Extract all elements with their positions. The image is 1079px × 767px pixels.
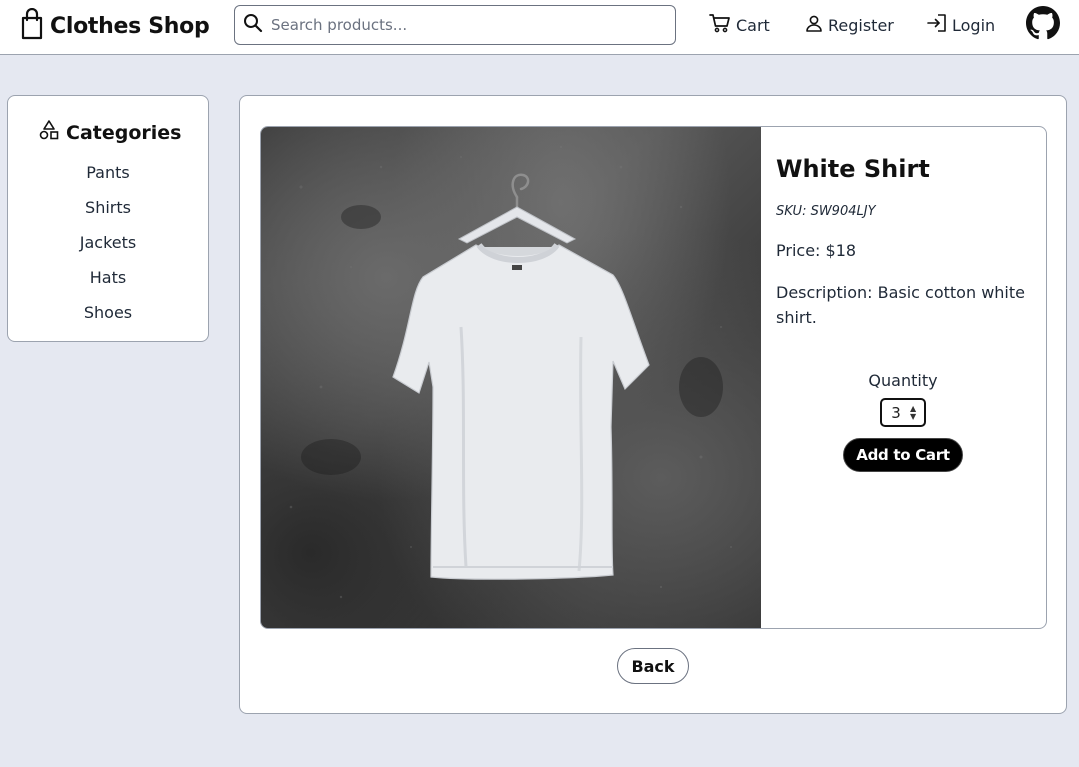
nav-register-link[interactable]: Register bbox=[805, 13, 894, 37]
nav-cart-link[interactable]: Cart bbox=[709, 13, 770, 37]
product-description: Description: Basic cotton white shirt. bbox=[776, 283, 1025, 327]
product-sku: SKU: SW904LJY bbox=[776, 204, 876, 219]
nav-login-link[interactable]: Login bbox=[927, 13, 995, 37]
top-navbar: Clothes Shop Cart Register bbox=[0, 0, 1079, 55]
categories-sidebar: Categories Pants Shirts Jackets Hats Sho… bbox=[7, 95, 209, 342]
product-price: Price: $18 bbox=[776, 241, 857, 260]
category-hats[interactable]: Hats bbox=[8, 268, 208, 287]
nav-login-label: Login bbox=[952, 15, 996, 35]
brand-title: Clothes Shop bbox=[50, 13, 210, 39]
product-info: White Shirt SKU: SW904LJY Price: $18 Des… bbox=[776, 127, 1046, 628]
category-shirts[interactable]: Shirts bbox=[8, 198, 208, 217]
category-pants[interactable]: Pants bbox=[8, 163, 208, 182]
category-jackets[interactable]: Jackets bbox=[8, 233, 208, 252]
quantity-value: 3 bbox=[891, 403, 901, 422]
cart-icon bbox=[709, 13, 731, 37]
back-button[interactable]: Back bbox=[617, 648, 689, 684]
search-icon bbox=[243, 13, 263, 37]
product-card: White Shirt SKU: SW904LJY Price: $18 Des… bbox=[260, 126, 1047, 629]
product-detail-panel: White Shirt SKU: SW904LJY Price: $18 Des… bbox=[239, 95, 1067, 714]
add-to-cart-button[interactable]: Add to Cart bbox=[843, 438, 963, 472]
categories-heading: Categories bbox=[38, 119, 181, 146]
github-icon[interactable] bbox=[1026, 6, 1060, 40]
quantity-spinner[interactable]: ▲ ▼ bbox=[910, 404, 916, 421]
product-image bbox=[261, 127, 761, 628]
shopping-bag-icon bbox=[20, 7, 44, 44]
product-name: White Shirt bbox=[776, 155, 930, 183]
quantity-label: Quantity bbox=[868, 371, 938, 390]
login-icon bbox=[927, 14, 947, 36]
nav-cart-label: Cart bbox=[736, 15, 770, 35]
shapes-icon bbox=[38, 119, 60, 146]
search-input[interactable] bbox=[271, 16, 661, 34]
categories-title: Categories bbox=[66, 121, 182, 144]
caret-down-icon[interactable]: ▼ bbox=[910, 412, 916, 421]
brand-logo[interactable]: Clothes Shop bbox=[20, 7, 210, 44]
user-icon bbox=[805, 14, 823, 36]
category-shoes[interactable]: Shoes bbox=[8, 303, 208, 322]
quantity-stepper[interactable]: 3 ▲ ▼ bbox=[880, 398, 926, 427]
search-bar[interactable] bbox=[234, 5, 676, 45]
nav-register-label: Register bbox=[828, 15, 894, 35]
